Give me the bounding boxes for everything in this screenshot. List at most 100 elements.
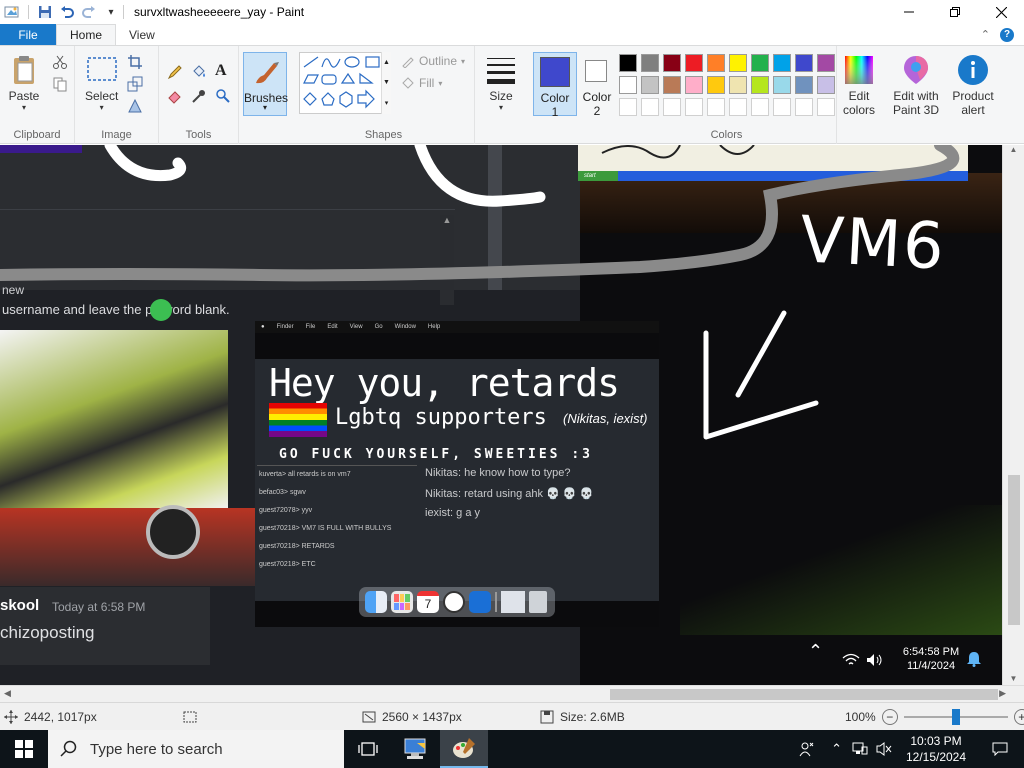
edit-colors-button[interactable]: Edit colors bbox=[840, 54, 878, 117]
fill-button[interactable]: Fill ▾ bbox=[401, 76, 442, 90]
palette-swatch[interactable] bbox=[707, 76, 725, 94]
zoom-out-button[interactable]: − bbox=[881, 708, 898, 725]
shapes-gallery[interactable]: ▲ ▼ ▾ bbox=[299, 52, 391, 114]
redo-icon[interactable] bbox=[81, 4, 97, 20]
palette-swatch[interactable] bbox=[685, 54, 703, 72]
text-tool-icon[interactable]: A bbox=[215, 62, 231, 79]
vm6-label: VM6 bbox=[798, 203, 948, 285]
palette-swatch[interactable] bbox=[773, 54, 791, 72]
show-hidden-icons-icon[interactable]: ⌃ bbox=[831, 741, 842, 757]
save-icon[interactable] bbox=[37, 4, 53, 20]
cut-icon[interactable] bbox=[52, 54, 68, 70]
palette-swatch[interactable] bbox=[663, 54, 681, 72]
maximize-button[interactable] bbox=[932, 0, 978, 24]
volume-muted-icon[interactable] bbox=[876, 742, 892, 756]
start-button[interactable] bbox=[0, 730, 48, 768]
palette-swatch[interactable] bbox=[707, 54, 725, 72]
color-picker-icon[interactable] bbox=[191, 88, 207, 104]
custom-color-slot[interactable] bbox=[707, 98, 725, 116]
palette-swatch[interactable] bbox=[751, 54, 769, 72]
brushes-button[interactable]: Brushes ▾ bbox=[243, 52, 288, 116]
zoom-slider[interactable] bbox=[903, 708, 1008, 725]
zoom-slider-thumb[interactable] bbox=[951, 708, 960, 725]
palette-swatch[interactable] bbox=[685, 76, 703, 94]
custom-color-slot[interactable] bbox=[817, 98, 835, 116]
color1-button[interactable]: Color 1 bbox=[533, 52, 577, 119]
custom-color-slot[interactable] bbox=[619, 98, 637, 116]
paint-app-icon[interactable] bbox=[4, 4, 20, 20]
vertical-scroll-thumb[interactable] bbox=[1008, 475, 1020, 625]
palette-swatch[interactable] bbox=[795, 76, 813, 94]
palette-swatch[interactable] bbox=[751, 76, 769, 94]
magnifier-icon[interactable] bbox=[215, 88, 231, 104]
palette-swatch[interactable] bbox=[729, 76, 747, 94]
network-icon[interactable] bbox=[852, 742, 868, 756]
palette-swatch[interactable] bbox=[619, 54, 637, 72]
palette-swatch[interactable] bbox=[663, 76, 681, 94]
task-view-button[interactable] bbox=[344, 730, 392, 768]
select-dropdown-icon[interactable]: ▾ bbox=[100, 103, 104, 112]
zoom-in-button[interactable]: + bbox=[1013, 708, 1024, 725]
action-center-button[interactable] bbox=[976, 730, 1024, 768]
tab-file[interactable]: File bbox=[0, 24, 56, 45]
palette-swatch[interactable] bbox=[817, 54, 835, 72]
close-button[interactable] bbox=[978, 0, 1024, 24]
crop-icon[interactable] bbox=[127, 54, 143, 70]
clipboard-group: Paste ▾ Clipboard bbox=[0, 46, 75, 144]
palette-swatch[interactable] bbox=[817, 76, 835, 94]
taskbar-app-remote[interactable] bbox=[392, 730, 440, 768]
size-button[interactable]: Size ▾ bbox=[485, 54, 517, 112]
fill-bucket-icon[interactable] bbox=[191, 64, 207, 80]
canvas-area[interactable]: ▲ start new username and leave the pa wo… bbox=[0, 145, 1024, 685]
scroll-left-icon[interactable]: ◀ bbox=[4, 688, 11, 699]
eraser-icon[interactable] bbox=[167, 88, 183, 104]
info-icon bbox=[958, 55, 988, 85]
palette-swatch[interactable] bbox=[729, 54, 747, 72]
tab-home[interactable]: Home bbox=[56, 24, 117, 45]
zoom-controls: 100% − + bbox=[845, 708, 1024, 725]
undo-icon[interactable] bbox=[59, 4, 75, 20]
custom-color-slot[interactable] bbox=[751, 98, 769, 116]
customize-toolbar-icon[interactable]: ▾ bbox=[103, 4, 119, 20]
select-button[interactable]: Select ▾ bbox=[85, 54, 118, 112]
image-size-icon bbox=[362, 711, 376, 722]
outline-button[interactable]: Outline ▾ bbox=[401, 54, 465, 68]
scroll-down-icon[interactable]: ▼ bbox=[1003, 674, 1024, 683]
copy-icon[interactable] bbox=[52, 76, 68, 92]
edit-with-paint3d-button[interactable]: Edit with Paint 3D bbox=[888, 54, 944, 117]
product-alert-button[interactable]: Product alert bbox=[950, 54, 996, 117]
tab-view[interactable]: View bbox=[116, 24, 168, 45]
vertical-scrollbar[interactable]: ▲ ▼ bbox=[1002, 145, 1024, 685]
custom-color-slot[interactable] bbox=[663, 98, 681, 116]
custom-color-slot[interactable] bbox=[773, 98, 791, 116]
rotate-icon[interactable] bbox=[127, 98, 143, 114]
palette-swatch[interactable] bbox=[619, 76, 637, 94]
palette-swatch[interactable] bbox=[795, 54, 813, 72]
color2-button[interactable]: Color 2 bbox=[577, 52, 617, 118]
horizontal-scrollbar[interactable]: ◀ ▶ bbox=[0, 685, 1024, 702]
help-icon[interactable]: ? bbox=[1000, 27, 1014, 42]
people-icon[interactable] bbox=[799, 741, 815, 757]
palette-swatch[interactable] bbox=[773, 76, 791, 94]
resize-icon[interactable] bbox=[127, 76, 143, 92]
taskbar-search[interactable]: Type here to search bbox=[48, 730, 344, 768]
minimize-button[interactable] bbox=[886, 0, 932, 24]
custom-color-slot[interactable] bbox=[729, 98, 747, 116]
paste-button[interactable]: Paste ▾ bbox=[8, 54, 40, 112]
scroll-right-icon[interactable]: ▶ bbox=[999, 688, 1006, 699]
palette-swatch[interactable] bbox=[641, 54, 659, 72]
scroll-up-icon[interactable]: ▲ bbox=[1003, 145, 1024, 154]
horizontal-scroll-thumb[interactable] bbox=[610, 689, 998, 700]
pencil-icon[interactable] bbox=[167, 64, 183, 80]
paste-dropdown-icon[interactable]: ▾ bbox=[22, 103, 26, 112]
taskbar-clock[interactable]: 10:03 PM 12/15/2024 bbox=[896, 733, 976, 765]
custom-color-slot[interactable] bbox=[795, 98, 813, 116]
paint-canvas-image[interactable]: ▲ start new username and leave the pa wo… bbox=[0, 145, 1002, 685]
shapes-scroll[interactable]: ▲ ▼ ▾ bbox=[381, 52, 391, 114]
collapse-ribbon-icon[interactable]: ⌃ bbox=[981, 28, 990, 41]
custom-color-slot[interactable] bbox=[685, 98, 703, 116]
size-group: Size ▾ bbox=[475, 46, 529, 144]
custom-color-slot[interactable] bbox=[641, 98, 659, 116]
taskbar-app-paint[interactable] bbox=[440, 730, 488, 768]
palette-swatch[interactable] bbox=[641, 76, 659, 94]
